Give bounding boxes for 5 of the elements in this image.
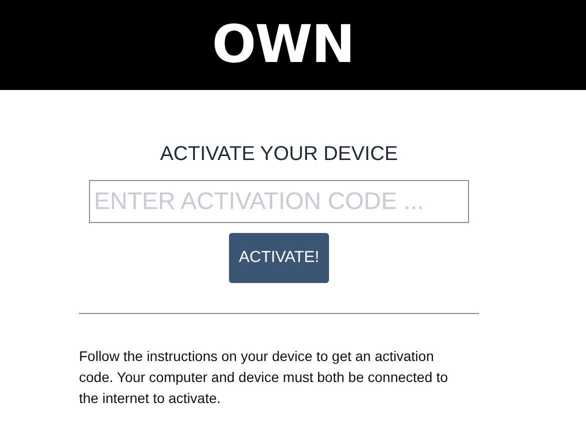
logo: OWN: [212, 15, 354, 75]
instructions-text: Follow the instructions on your device to get an activation code. Your computer and device must both be connected to the internet to activate.: [79, 347, 449, 408]
activate-button[interactable]: ACTIVATE!: [229, 233, 329, 283]
activation-code-field[interactable]: ENTER ACTIVATION CODE ...: [89, 180, 469, 223]
page-title: ACTIVATE YOUR DEVICE: [160, 143, 398, 166]
